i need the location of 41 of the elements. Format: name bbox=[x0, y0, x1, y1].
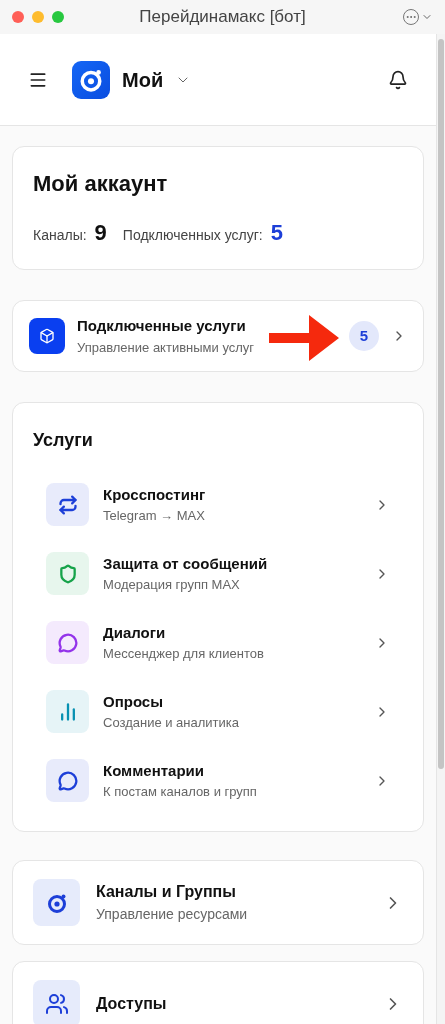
nav-title: Каналы и Группы bbox=[96, 882, 237, 902]
service-subtitle: Мессенджер для клиентов bbox=[103, 645, 264, 663]
count-badge: 5 bbox=[349, 321, 379, 351]
service-subtitle: Модерация групп MAX bbox=[103, 576, 241, 594]
service-title: Диалоги bbox=[103, 622, 167, 643]
nav-card[interactable]: Доступы bbox=[12, 961, 424, 1024]
box-icon bbox=[39, 328, 55, 344]
service-subtitle: К постам каналов и групп bbox=[103, 783, 257, 801]
service-subtitle: Создание и аналитика bbox=[103, 714, 240, 732]
service-title: Кросспостинг bbox=[103, 484, 206, 505]
service-title: Комментарии bbox=[103, 760, 205, 781]
nav-subtitle: Управление ресурсами bbox=[96, 905, 248, 924]
stat-value: 5 bbox=[270, 219, 283, 247]
service-item[interactable]: Комментарии К постам каналов и групп bbox=[33, 746, 403, 815]
service-title: Опросы bbox=[103, 691, 164, 712]
nav-title: Доступы bbox=[96, 993, 167, 1014]
card-title: Подключенные услуги bbox=[77, 316, 247, 336]
service-item[interactable]: Опросы Создание и аналитика bbox=[33, 677, 403, 746]
stat-label: Подключенных услуг: bbox=[122, 226, 263, 245]
service-item[interactable]: Защита от сообщений Модерация групп MAX bbox=[33, 539, 403, 608]
stat-value: 9 bbox=[94, 219, 107, 247]
window-title: Перейдинамакс [бот] bbox=[138, 6, 307, 29]
service-title: Защита от сообщений bbox=[103, 553, 268, 574]
section-title: Услуги bbox=[33, 429, 94, 452]
maximize-window-button[interactable] bbox=[52, 11, 64, 23]
nav-card[interactable]: Каналы и Группы Управление ресурсами bbox=[12, 860, 424, 945]
workspace-selector[interactable]: Мой bbox=[122, 64, 192, 95]
bell-icon bbox=[388, 69, 408, 90]
service-item[interactable]: Диалоги Мессенджер для клиентов bbox=[33, 608, 403, 677]
users-icon bbox=[44, 991, 69, 1016]
scrollbar[interactable] bbox=[436, 34, 445, 1024]
card-subtitle: Управление активными услуг bbox=[77, 338, 255, 357]
arrow-annotation bbox=[268, 313, 340, 363]
account-title: Мой аккаунт bbox=[33, 170, 169, 198]
connected-services-card[interactable]: Подключенные услуги Управление активными услуг 5 bbox=[12, 300, 424, 372]
service-item[interactable]: Кросспостинг Telegram → MAX bbox=[33, 470, 403, 539]
scrollbar-thumb[interactable] bbox=[438, 39, 444, 769]
service-subtitle: Telegram → MAX bbox=[103, 507, 206, 525]
minimize-window-button[interactable] bbox=[32, 11, 44, 23]
close-window-button[interactable] bbox=[12, 11, 24, 23]
stat-label: Каналы: bbox=[33, 226, 87, 245]
